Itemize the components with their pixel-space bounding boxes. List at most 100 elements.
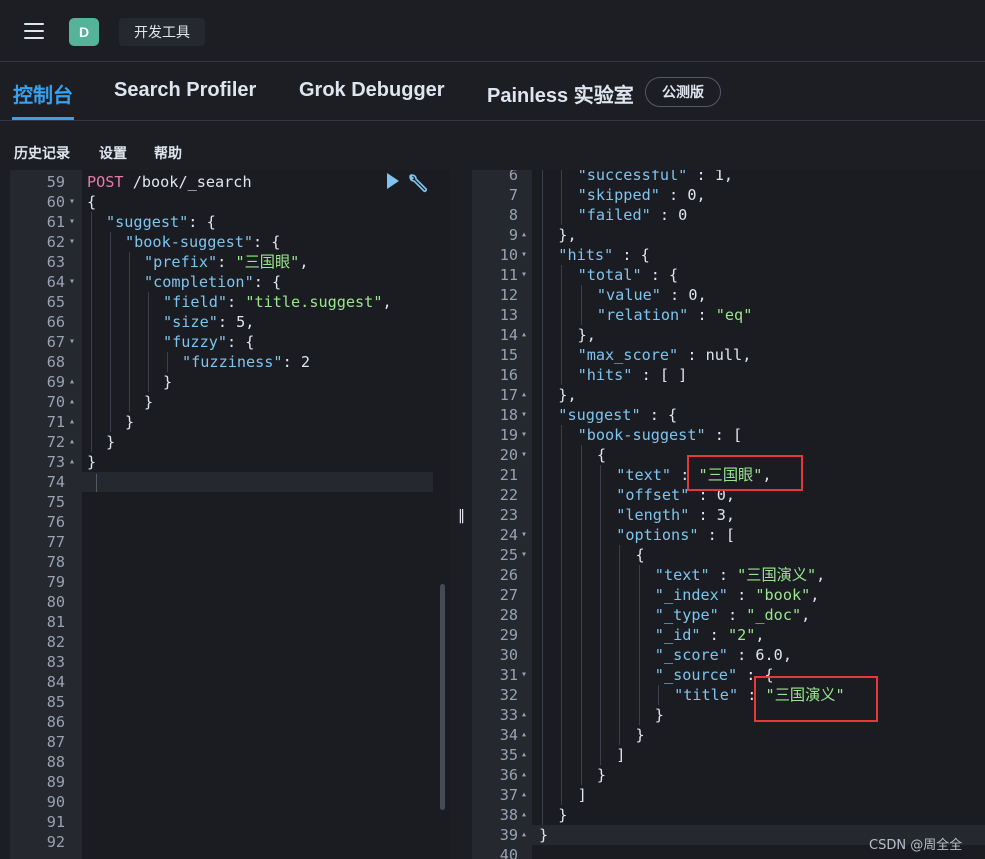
json-punct: } bbox=[87, 453, 97, 471]
fold-toggle-icon[interactable]: ▾ bbox=[521, 425, 527, 445]
fold-toggle-icon[interactable]: ▾ bbox=[521, 445, 527, 465]
settings-link[interactable]: 设置 bbox=[99, 143, 127, 163]
fold-toggle-icon[interactable]: ▴ bbox=[521, 805, 527, 825]
fold-toggle-icon[interactable]: ▴ bbox=[521, 725, 527, 745]
fold-toggle-icon[interactable]: ▴ bbox=[521, 705, 527, 725]
help-link[interactable]: 帮助 bbox=[154, 143, 182, 163]
indent-guide bbox=[619, 625, 621, 645]
indent-guide bbox=[542, 785, 543, 805]
code-line: "relation" : "eq" bbox=[597, 305, 752, 325]
indent-guide bbox=[561, 205, 563, 225]
indent-guide bbox=[148, 352, 149, 372]
line-number: 69 bbox=[46, 373, 65, 391]
line-number: 32 bbox=[499, 686, 518, 704]
fold-toggle-icon[interactable]: ▾ bbox=[69, 192, 75, 212]
code-line: } bbox=[125, 412, 134, 432]
run-request-button[interactable] bbox=[385, 172, 401, 195]
indent-guide bbox=[599, 565, 601, 585]
indent-guide bbox=[580, 625, 582, 645]
indent-guide bbox=[580, 525, 582, 545]
code-line: "prefix": "三国眼", bbox=[144, 252, 308, 272]
indent-guide bbox=[561, 485, 563, 505]
indent-guide bbox=[542, 765, 543, 785]
json-punct: } bbox=[654, 706, 664, 724]
line-number: 25 bbox=[499, 546, 518, 564]
request-scrollbar[interactable] bbox=[440, 584, 445, 810]
fold-toggle-icon[interactable]: ▴ bbox=[521, 745, 527, 765]
indent-guide bbox=[542, 170, 543, 185]
play-icon[interactable] bbox=[385, 172, 401, 190]
code-line: "hits" : { bbox=[558, 245, 649, 265]
fold-toggle-icon[interactable]: ▾ bbox=[69, 272, 75, 292]
indent-guide bbox=[580, 505, 582, 525]
indent-guide bbox=[561, 705, 563, 725]
fold-toggle-icon[interactable]: ▾ bbox=[521, 265, 527, 285]
fold-toggle-icon[interactable]: ▴ bbox=[69, 432, 75, 452]
resize-handle-icon[interactable]: ‖ bbox=[458, 508, 465, 524]
indent-guide bbox=[638, 605, 640, 625]
indent-guide bbox=[148, 372, 149, 392]
fold-toggle-icon[interactable]: ▴ bbox=[69, 452, 75, 472]
indent-guide bbox=[542, 405, 543, 425]
line-number: 80 bbox=[46, 593, 65, 611]
fold-toggle-icon[interactable]: ▴ bbox=[69, 392, 75, 412]
fold-toggle-icon[interactable]: ▾ bbox=[521, 245, 527, 265]
tab-grok-debugger[interactable]: Grok Debugger bbox=[299, 79, 445, 102]
json-key: "book-suggest" bbox=[577, 426, 706, 444]
line-number: 90 bbox=[46, 793, 65, 811]
json-key: "_source" bbox=[654, 666, 738, 684]
tab-painless-lab[interactable]: Painless 实验室 bbox=[487, 79, 634, 108]
text-cursor bbox=[96, 474, 97, 492]
space-avatar[interactable]: D bbox=[69, 18, 99, 46]
response-viewer[interactable]: 6 "successful" : 1, 7 "skipped" : 0, 8 "faile… bbox=[472, 170, 985, 859]
indent-guide bbox=[542, 625, 543, 645]
indent-guide bbox=[542, 725, 543, 745]
indent-guide bbox=[542, 705, 543, 725]
json-punct: : bbox=[727, 586, 756, 604]
code-line: "_type" : "_doc", bbox=[655, 605, 810, 625]
code-line: ] bbox=[616, 745, 625, 765]
json-punct: } bbox=[144, 393, 154, 411]
indent-guide bbox=[91, 332, 92, 352]
indent-guide bbox=[110, 292, 111, 312]
indent-guide bbox=[110, 412, 111, 432]
fold-toggle-icon[interactable]: ▴ bbox=[521, 825, 527, 845]
json-punct: } bbox=[635, 726, 645, 744]
tab-search-profiler[interactable]: Search Profiler bbox=[114, 79, 256, 102]
request-options-button[interactable] bbox=[407, 172, 429, 199]
fold-toggle-icon[interactable]: ▾ bbox=[521, 405, 527, 425]
fold-toggle-icon[interactable]: ▴ bbox=[69, 372, 75, 392]
fold-toggle-icon[interactable]: ▾ bbox=[69, 212, 75, 232]
indent-guide bbox=[580, 285, 582, 305]
indent-guide bbox=[599, 705, 601, 725]
indent-guide bbox=[638, 585, 640, 605]
fold-toggle-icon[interactable]: ▾ bbox=[69, 332, 75, 352]
fold-toggle-icon[interactable]: ▾ bbox=[521, 525, 527, 545]
json-key: "text" bbox=[616, 466, 672, 484]
json-punct: { bbox=[596, 446, 607, 464]
code-line: "total" : { bbox=[578, 265, 679, 285]
wrench-icon[interactable] bbox=[407, 172, 429, 194]
breadcrumb-dev-tools[interactable]: 开发工具 bbox=[119, 18, 205, 46]
code-line: "fuzziness": 2 bbox=[182, 352, 310, 372]
fold-toggle-icon[interactable]: ▴ bbox=[69, 412, 75, 432]
fold-toggle-icon[interactable]: ▴ bbox=[521, 225, 527, 245]
hamburger-menu-icon[interactable] bbox=[24, 23, 44, 39]
json-key: "text" bbox=[654, 566, 710, 584]
request-line[interactable]: POST /book/_search bbox=[87, 172, 252, 192]
history-link[interactable]: 历史记录 bbox=[14, 143, 70, 163]
indent-guide bbox=[619, 725, 621, 745]
tab-console[interactable]: 控制台 bbox=[13, 79, 73, 108]
line-number: 91 bbox=[46, 813, 65, 831]
fold-toggle-icon[interactable]: ▾ bbox=[521, 545, 527, 565]
json-string: "_doc" bbox=[746, 606, 802, 624]
fold-toggle-icon[interactable]: ▴ bbox=[521, 325, 527, 345]
json-key: "_score" bbox=[654, 646, 728, 664]
fold-toggle-icon[interactable]: ▾ bbox=[521, 665, 527, 685]
fold-toggle-icon[interactable]: ▴ bbox=[521, 785, 527, 805]
fold-toggle-icon[interactable]: ▾ bbox=[69, 232, 75, 252]
fold-toggle-icon[interactable]: ▴ bbox=[521, 385, 527, 405]
request-editor[interactable]: 59 60 ▾{61 ▾ "suggest": {62 ▾ "book-suggest": … bbox=[10, 170, 450, 859]
fold-toggle-icon[interactable]: ▴ bbox=[521, 765, 527, 785]
indent-guide bbox=[91, 372, 92, 392]
